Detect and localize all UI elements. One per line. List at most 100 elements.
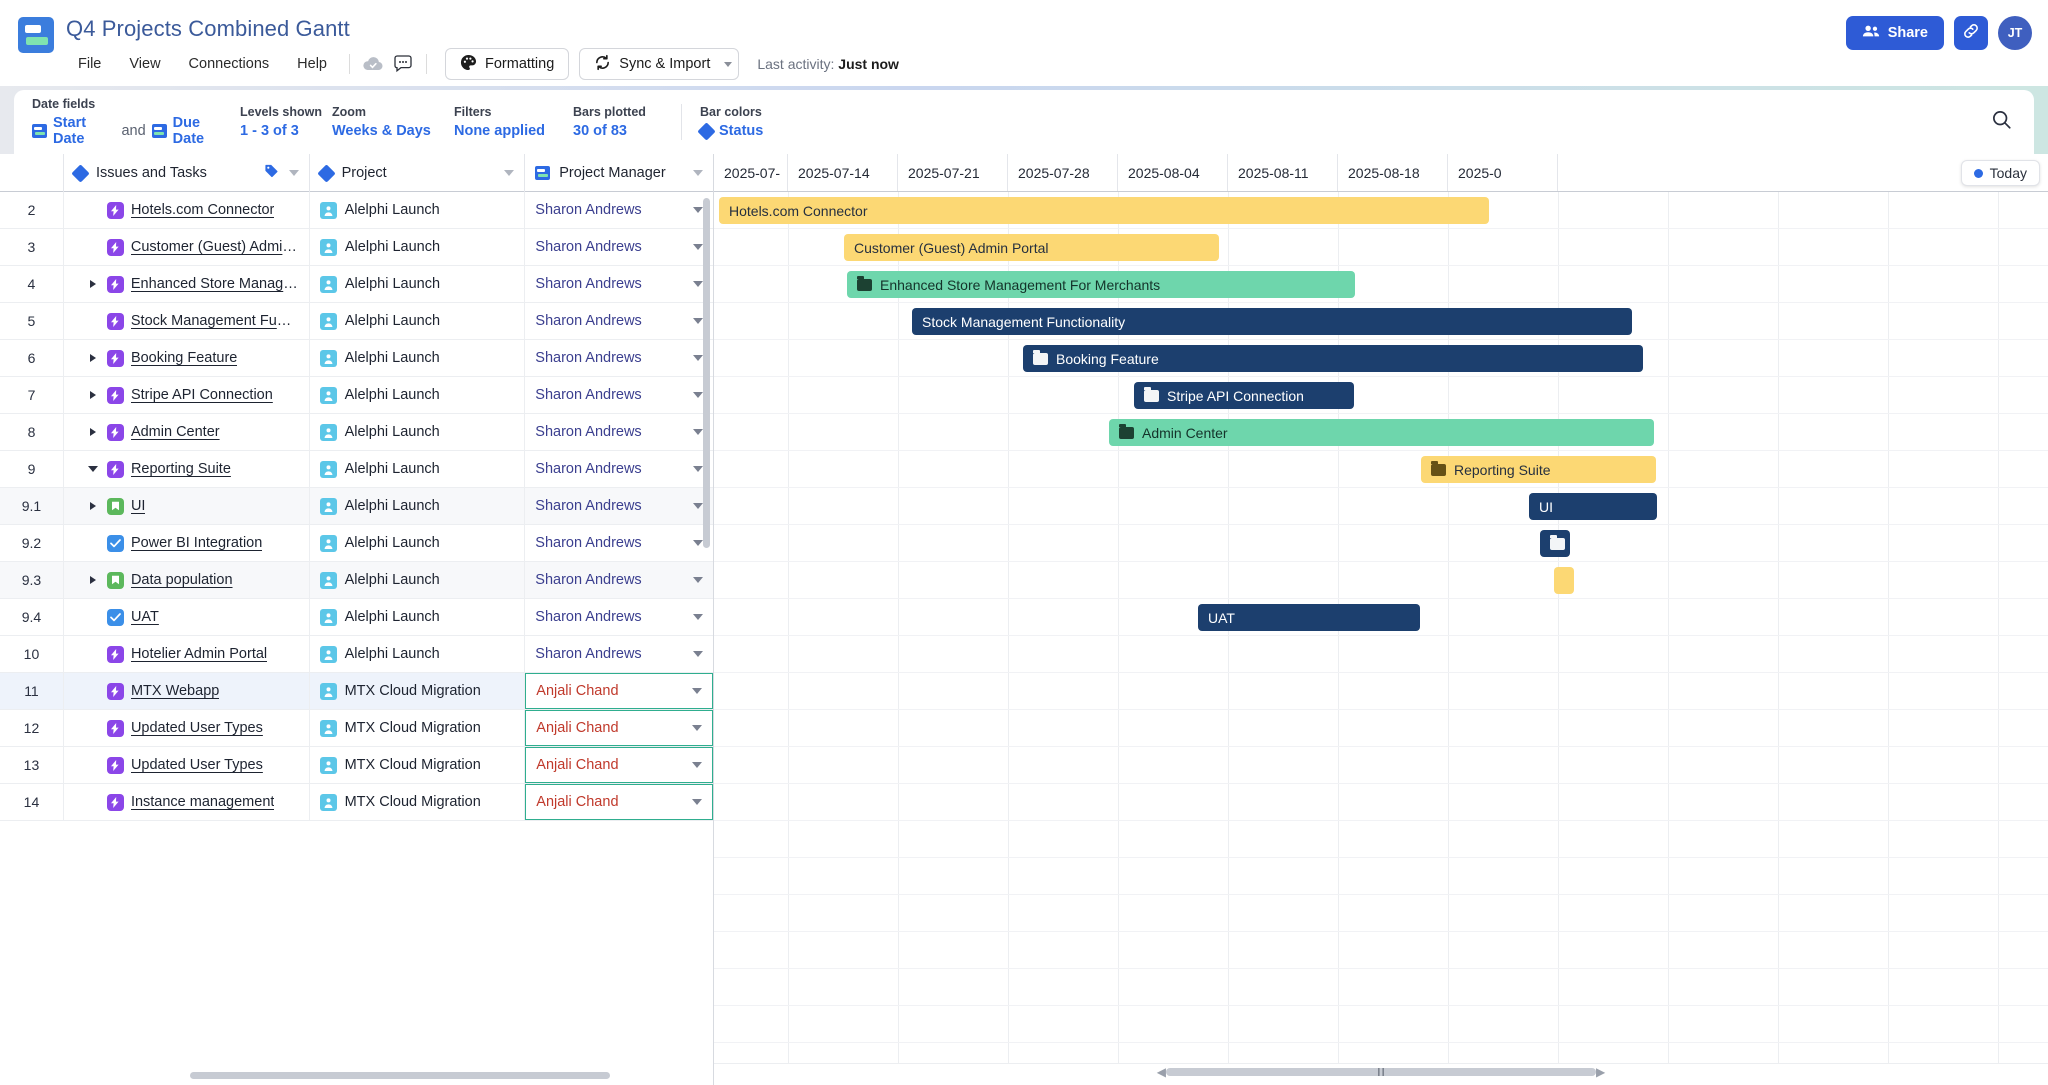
chevron-down-icon[interactable] (692, 688, 703, 694)
column-header-project[interactable]: Project (310, 154, 526, 192)
project-cell[interactable]: Alelphi Launch (310, 377, 526, 413)
gantt-bar[interactable]: Booking Feature (1023, 345, 1643, 372)
project-manager-cell[interactable]: Sharon Andrews (525, 266, 713, 302)
chevron-down-icon[interactable] (693, 503, 704, 509)
project-cell[interactable]: Alelphi Launch (310, 192, 526, 228)
chevron-down-icon[interactable] (724, 61, 733, 67)
gantt-scroll-thumb[interactable] (1166, 1068, 1596, 1076)
issue-link[interactable]: Reporting Suite (131, 461, 231, 477)
sync-import-button[interactable]: Sync & Import (579, 48, 740, 80)
project-manager-cell[interactable]: Anjali Chand (525, 673, 714, 709)
issue-link[interactable]: Booking Feature (131, 350, 237, 366)
issue-name-cell[interactable]: Hotels.com Connector (64, 192, 310, 228)
issue-link[interactable]: Instance management (131, 794, 274, 810)
expand-twisty-icon[interactable] (86, 502, 100, 510)
issue-name-cell[interactable]: Enhanced Store Manage… (64, 266, 310, 302)
project-cell[interactable]: Alelphi Launch (310, 562, 526, 598)
chevron-down-icon[interactable] (693, 281, 703, 287)
issue-name-cell[interactable]: Updated User Types (64, 710, 310, 746)
project-manager-cell[interactable]: Sharon Andrews (525, 192, 713, 228)
project-manager-cell[interactable]: Sharon Andrews (525, 414, 713, 450)
project-manager-cell[interactable]: Anjali Chand (525, 747, 714, 783)
issue-link[interactable]: Data population (131, 572, 233, 588)
project-manager-cell[interactable]: Sharon Andrews (525, 340, 713, 376)
issue-link[interactable]: UI (131, 498, 146, 514)
gantt-bar[interactable]: Customer (Guest) Admin Portal (844, 234, 1219, 261)
issue-link[interactable]: MTX Webapp (131, 683, 219, 699)
issue-name-cell[interactable]: Stock Management Func… (64, 303, 310, 339)
grid-vertical-scrollbar[interactable] (703, 198, 710, 548)
column-header-project-manager[interactable]: Project Manager (525, 154, 713, 192)
issue-name-cell[interactable]: Power BI Integration (64, 525, 310, 561)
gantt-bar[interactable]: Reporting Suite (1421, 456, 1656, 483)
project-cell[interactable]: MTX Cloud Migration (310, 747, 526, 783)
today-button[interactable]: Today (1960, 160, 2040, 186)
table-row[interactable]: 9.3 Data population Alelphi Launch Sharon A… (0, 562, 713, 599)
share-button[interactable]: Share (1845, 16, 1944, 50)
project-cell[interactable]: MTX Cloud Migration (310, 784, 526, 820)
setting-value[interactable]: Start Date and Due Date (32, 115, 230, 147)
issue-name-cell[interactable]: Stripe API Connection (64, 377, 310, 413)
table-row[interactable]: 14 Instance management MTX Cloud Migration… (0, 784, 714, 821)
chevron-down-icon[interactable] (692, 799, 703, 805)
chevron-down-icon[interactable] (693, 170, 703, 176)
expand-twisty-icon[interactable] (86, 576, 100, 584)
issue-link[interactable]: Hotelier Admin Portal (131, 646, 267, 662)
project-cell[interactable]: Alelphi Launch (310, 229, 526, 265)
table-row[interactable]: 6 Booking Feature Alelphi Launch Sharon And… (0, 340, 713, 377)
project-cell[interactable]: Alelphi Launch (310, 414, 526, 450)
cloud-check-icon[interactable] (358, 49, 388, 79)
issue-link[interactable]: Hotels.com Connector (131, 202, 274, 218)
table-row[interactable]: 9.4 UAT Alelphi Launch Sharon Andrews (0, 599, 713, 636)
project-cell[interactable]: MTX Cloud Migration (310, 710, 526, 746)
avatar[interactable]: JT (1998, 16, 2032, 50)
gantt-bar[interactable]: Admin Center (1109, 419, 1654, 446)
setting-value[interactable]: Status (697, 121, 763, 141)
chevron-down-icon[interactable] (693, 318, 703, 324)
issue-name-cell[interactable]: Booking Feature (64, 340, 310, 376)
project-cell[interactable]: Alelphi Launch (310, 636, 526, 672)
setting-value[interactable]: 1 - 3 of 3 (240, 123, 322, 139)
project-manager-cell[interactable]: Sharon Andrews (525, 636, 713, 672)
gantt-bar[interactable]: UAT (1198, 604, 1420, 631)
chevron-down-icon[interactable] (693, 577, 704, 583)
table-row[interactable]: 5 Stock Management Func… Alelphi Launch Sha… (0, 303, 713, 340)
gantt-bar[interactable]: Stock Management Functionality (912, 308, 1632, 335)
issue-name-cell[interactable]: Customer (Guest) Admin… (64, 229, 310, 265)
table-row[interactable]: 12 Updated User Types MTX Cloud Migration A… (0, 710, 714, 747)
column-header-issues-and-tasks[interactable]: Issues and Tasks (64, 154, 310, 192)
issue-link[interactable]: Customer (Guest) Admin… (131, 239, 299, 255)
issue-name-cell[interactable]: UAT (64, 599, 310, 635)
issue-name-cell[interactable]: UI (64, 488, 310, 524)
tag-icon[interactable] (264, 164, 279, 183)
expand-twisty-icon[interactable] (86, 354, 100, 362)
project-cell[interactable]: Alelphi Launch (310, 340, 526, 376)
project-manager-cell[interactable]: Sharon Andrews (525, 377, 713, 413)
issue-name-cell[interactable]: Reporting Suite (64, 451, 310, 487)
table-row[interactable]: 2 Hotels.com Connector Alelphi Launch Sharo… (0, 192, 713, 229)
table-row[interactable]: 11 MTX Webapp MTX Cloud Migration Anjali Ch… (0, 673, 714, 710)
setting-value[interactable]: 30 of 83 (573, 123, 653, 139)
gantt-bar[interactable] (1540, 530, 1570, 557)
issue-link[interactable]: Admin Center (131, 424, 220, 440)
formatting-button[interactable]: Formatting (444, 48, 570, 80)
project-cell[interactable]: Alelphi Launch (310, 266, 526, 302)
chevron-down-icon[interactable] (693, 355, 704, 361)
menu-item-connections[interactable]: Connections (175, 50, 284, 78)
table-row[interactable]: 9 Reporting Suite Alelphi Launch Sharon And… (0, 451, 713, 488)
issue-link[interactable]: Stripe API Connection (131, 387, 273, 403)
table-row[interactable]: 9.2 Power BI Integration Alelphi Launch Sha… (0, 525, 713, 562)
project-cell[interactable]: Alelphi Launch (310, 525, 526, 561)
chevron-down-icon[interactable] (693, 651, 704, 657)
chevron-down-icon[interactable] (693, 207, 704, 213)
table-row[interactable]: 8 Admin Center Alelphi Launch Sharon Andrew… (0, 414, 713, 451)
issue-name-cell[interactable]: Data population (64, 562, 310, 598)
project-cell[interactable]: Alelphi Launch (310, 488, 526, 524)
scroll-right-arrow-icon[interactable]: ▶ (1596, 1065, 1605, 1079)
expand-twisty-icon[interactable] (86, 280, 100, 288)
scroll-left-arrow-icon[interactable]: ◀ (1157, 1065, 1166, 1079)
issue-link[interactable]: Power BI Integration (131, 535, 262, 551)
gantt-horizontal-scrollbar[interactable]: ◀ ▶ (714, 1063, 2048, 1081)
chevron-down-icon[interactable] (693, 392, 704, 398)
grid-horizontal-scrollbar[interactable] (190, 1072, 610, 1079)
